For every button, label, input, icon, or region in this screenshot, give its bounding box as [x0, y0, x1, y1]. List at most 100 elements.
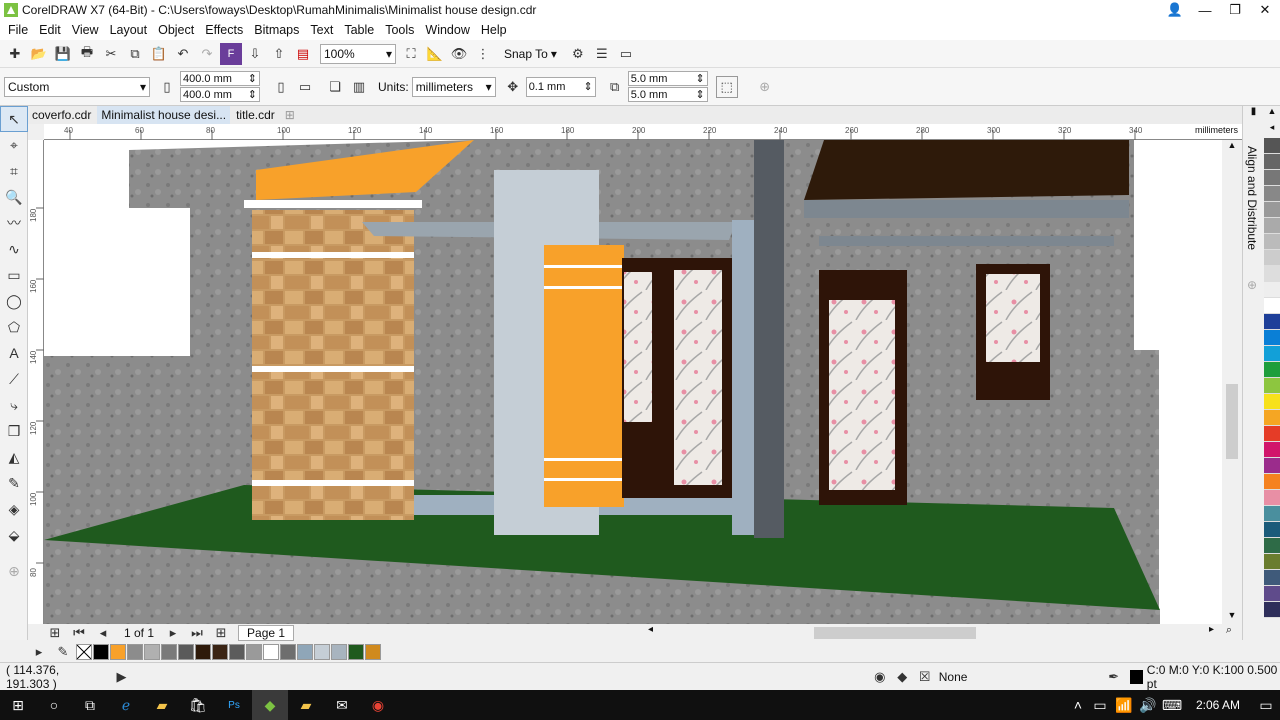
palette-expand-icon[interactable]: ◂	[1264, 122, 1280, 138]
parallel-dimension-icon[interactable]: ⟋	[0, 366, 28, 392]
document-swatch[interactable]	[161, 644, 177, 660]
palette-swatch[interactable]	[1264, 474, 1280, 490]
folder-icon[interactable]: ▰	[288, 690, 324, 720]
ellipse-tool-icon[interactable]: ◯	[0, 288, 28, 314]
menu-tools[interactable]: Tools	[385, 23, 414, 37]
file-explorer-icon[interactable]: ▰	[144, 690, 180, 720]
palette-swatch[interactable]	[1264, 234, 1280, 250]
tab-title[interactable]: title.cdr	[232, 106, 279, 124]
nudge-distance-field[interactable]: 0.1 mm ⇕	[525, 76, 596, 97]
menu-bitmaps[interactable]: Bitmaps	[254, 23, 299, 37]
scroll-right-icon[interactable]: ▸	[1209, 624, 1214, 635]
user-icon[interactable]: 👤	[1160, 2, 1190, 18]
language-icon[interactable]: ⌨	[1160, 690, 1184, 720]
spin-icon[interactable]: ⇕	[695, 72, 704, 85]
document-swatch[interactable]	[229, 644, 245, 660]
palette-swatch[interactable]	[1264, 218, 1280, 234]
import-icon[interactable]: ⇩	[244, 43, 266, 65]
last-page-icon[interactable]: ⏭	[186, 622, 208, 644]
palette-swatch[interactable]	[1264, 346, 1280, 362]
palette-swatch[interactable]	[1264, 426, 1280, 442]
menu-file[interactable]: File	[8, 23, 28, 37]
paste-icon[interactable]: 📋	[148, 43, 170, 65]
zoom-level-select[interactable]: 100% ▾	[320, 43, 396, 64]
palette-swatch[interactable]	[1264, 266, 1280, 282]
network-icon[interactable]: 📶	[1112, 690, 1136, 720]
menu-effects[interactable]: Effects	[205, 23, 243, 37]
scroll-down-icon[interactable]: ▼	[1222, 610, 1242, 620]
volume-icon[interactable]: 🔊	[1136, 690, 1160, 720]
redo-icon[interactable]: ↷	[196, 43, 218, 65]
palette-menu-icon[interactable]: ▸	[28, 641, 50, 663]
all-pages-icon[interactable]: ❏	[324, 76, 346, 98]
play-icon[interactable]: ▶	[111, 666, 131, 688]
menu-view[interactable]: View	[72, 23, 99, 37]
document-swatch[interactable]	[314, 644, 330, 660]
document-swatch[interactable]	[348, 644, 364, 660]
show-rulers-icon[interactable]: 📐	[424, 43, 446, 65]
add-icon[interactable]: ⊕	[754, 76, 776, 98]
horizontal-scrollbar[interactable]: ◂ ▸ ⌕	[644, 624, 1234, 642]
palette-swatch[interactable]	[1264, 186, 1280, 202]
zoom-navigator-icon[interactable]: ⌕	[1226, 624, 1232, 637]
document-swatch[interactable]	[365, 644, 381, 660]
search-icon[interactable]: ○	[36, 690, 72, 720]
document-swatch[interactable]	[246, 644, 262, 660]
export-icon[interactable]: ⇧	[268, 43, 290, 65]
tab-minimalist-house[interactable]: Minimalist house desi...	[97, 106, 231, 124]
palette-swatch[interactable]	[1264, 554, 1280, 570]
menu-text[interactable]: Text	[310, 23, 333, 37]
portrait-icon[interactable]: ▯	[270, 76, 292, 98]
add-page-end-icon[interactable]: ⊞	[210, 622, 232, 644]
zoom-tool-icon[interactable]: 🔍	[0, 184, 28, 210]
palette-swatch[interactable]	[1264, 570, 1280, 586]
units-select[interactable]: millimeters ▾	[411, 76, 496, 97]
tab-coverfo[interactable]: coverfo.cdr	[28, 106, 95, 124]
copy-icon[interactable]: ⧉	[124, 43, 146, 65]
align-distribute-tab[interactable]: Align and Distribute	[1245, 146, 1259, 250]
new-tab-icon[interactable]: ⊞	[281, 106, 299, 124]
document-swatch[interactable]	[195, 644, 211, 660]
horizontal-scroll-thumb[interactable]	[814, 627, 976, 639]
notifications-icon[interactable]: ▭	[1252, 690, 1280, 720]
undo-icon[interactable]: ↶	[172, 43, 194, 65]
document-swatch[interactable]	[263, 644, 279, 660]
eyedropper-icon[interactable]: ✎	[0, 470, 28, 496]
document-swatch[interactable]	[178, 644, 194, 660]
document-swatch[interactable]	[297, 644, 313, 660]
palette-swatch[interactable]	[1264, 298, 1280, 314]
save-icon[interactable]: 💾	[52, 43, 74, 65]
spin-icon[interactable]: ⇕	[695, 88, 704, 101]
document-swatch[interactable]	[331, 644, 347, 660]
mail-icon[interactable]: ✉	[324, 690, 360, 720]
coreldraw-taskbar-icon[interactable]: ◆	[252, 690, 288, 720]
interactive-fill-icon[interactable]: ◈	[0, 496, 28, 522]
snap-to-menu[interactable]: Snap To	[504, 47, 548, 61]
no-color-swatch[interactable]	[76, 644, 92, 660]
menu-window[interactable]: Window	[425, 23, 469, 37]
current-page-icon[interactable]: ▥	[348, 76, 370, 98]
palette-swatch[interactable]	[1264, 330, 1280, 346]
palette-swatch[interactable]	[1264, 282, 1280, 298]
drop-shadow-icon[interactable]: ❒	[0, 418, 28, 444]
docker-expand-icon[interactable]: ▮	[1243, 106, 1264, 117]
duplicate-x-field[interactable]: 5.0 mm ⇕	[627, 71, 708, 86]
document-swatch[interactable]	[127, 644, 143, 660]
show-grid-icon[interactable]: 👁	[448, 43, 470, 65]
drawing-canvas[interactable]	[44, 140, 1242, 624]
print-icon[interactable]: 🖶	[76, 43, 98, 65]
minimize-icon[interactable]: —	[1190, 3, 1220, 18]
photoshop-icon[interactable]: Ps	[216, 690, 252, 720]
edge-browser-icon[interactable]: ℯ	[108, 690, 144, 720]
page-size-select[interactable]: Custom ▾	[4, 76, 150, 97]
palette-scroll-up-icon[interactable]: ▲	[1264, 106, 1280, 122]
palette-swatch[interactable]	[1264, 170, 1280, 186]
page-tab[interactable]: Page 1	[238, 625, 295, 641]
palette-swatch[interactable]	[1264, 314, 1280, 330]
palette-swatch[interactable]	[1264, 378, 1280, 394]
vertical-scrollbar[interactable]: ▲ ▼	[1222, 140, 1242, 624]
new-document-icon[interactable]: ✚	[4, 43, 26, 65]
polygon-tool-icon[interactable]: ⬠	[0, 314, 28, 340]
page-width-field[interactable]: 400.0 mm ⇕	[180, 71, 260, 86]
shape-tool-icon[interactable]: ⌖	[0, 132, 28, 158]
